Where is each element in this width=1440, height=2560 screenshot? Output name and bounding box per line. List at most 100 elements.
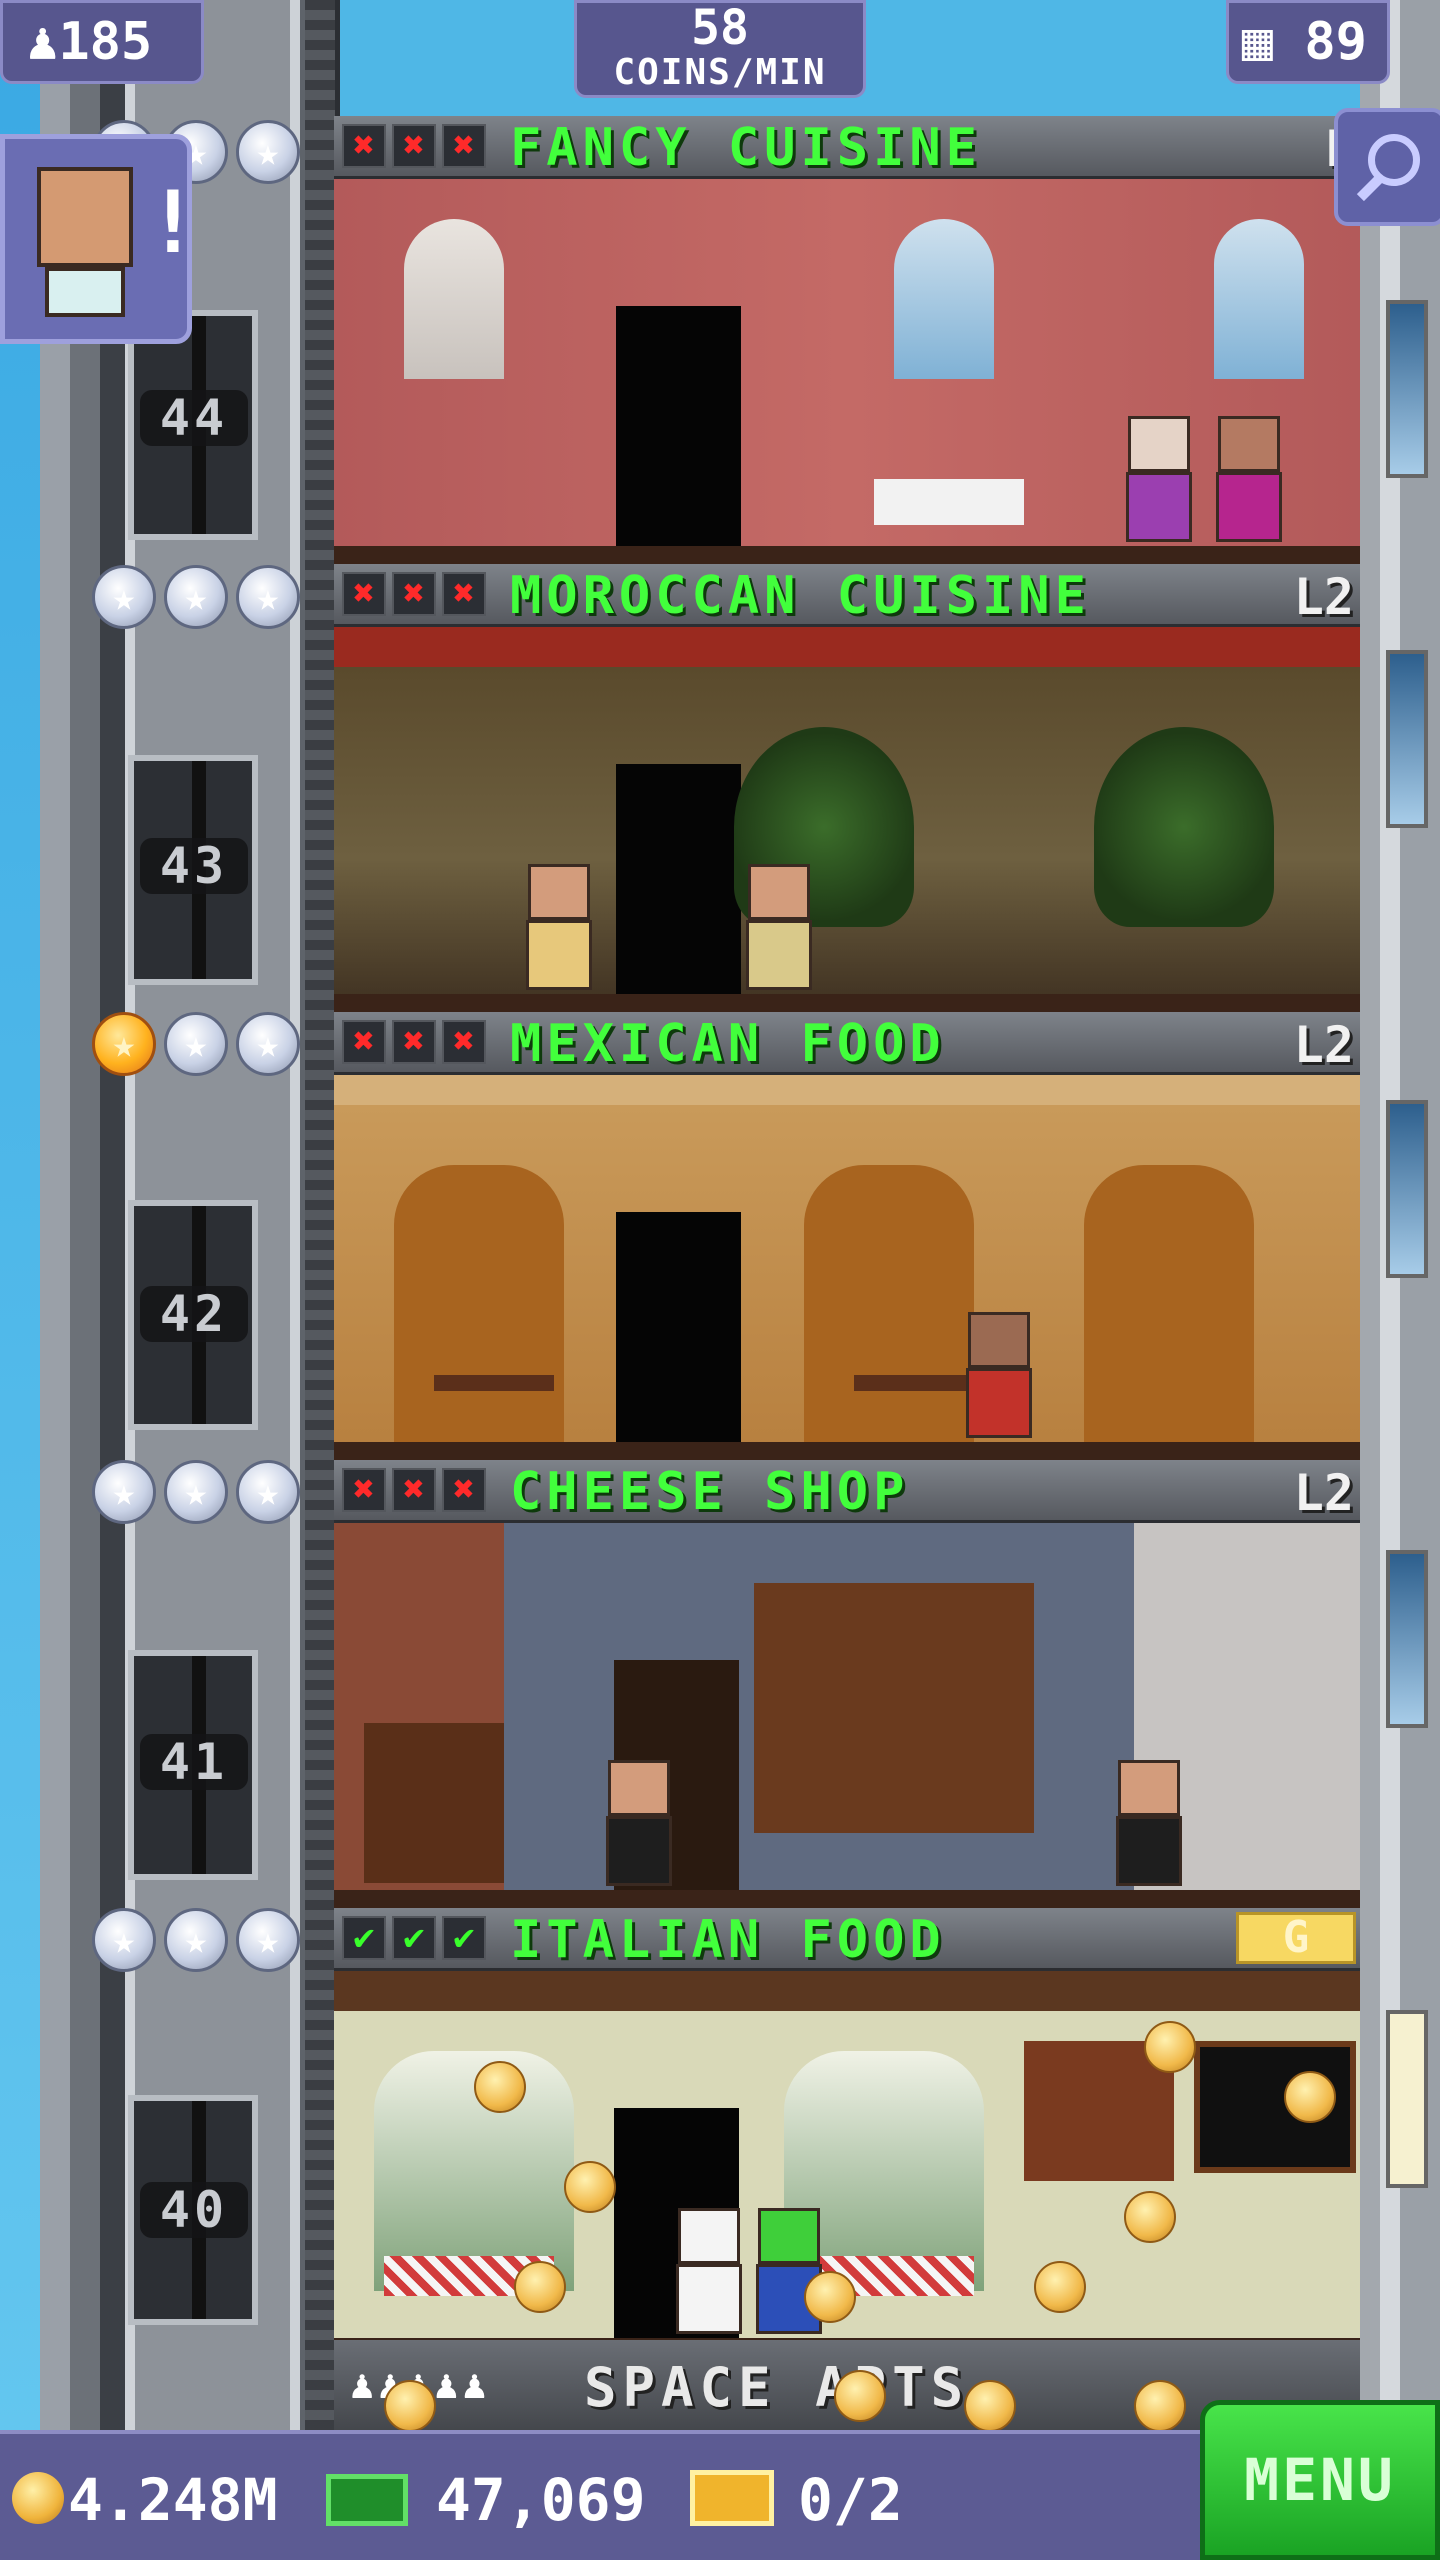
floor-banner: ✖✖✖ FANCY CUISINE L [334, 116, 1360, 179]
close-mark-icon: ✖ [342, 1468, 386, 1512]
alert-icon: ! [147, 173, 199, 273]
coin-icon[interactable] [1034, 2261, 1086, 2313]
floor-fancy-cuisine[interactable]: ✖✖✖ FANCY CUISINE L [334, 116, 1360, 566]
star-icon: ★ [236, 1460, 300, 1524]
window [1386, 650, 1428, 828]
coins-value: 4.248M [68, 2466, 278, 2534]
customer-sprite[interactable] [1124, 416, 1194, 546]
window [404, 219, 504, 379]
star-icon: ★ [164, 1012, 228, 1076]
floor-number-43: 43 [140, 838, 248, 894]
table [854, 1375, 974, 1391]
coin-icon[interactable] [564, 2161, 616, 2213]
coin-icon[interactable] [1134, 2380, 1186, 2432]
stock-marks: ✖ ✖ ✖ [342, 1020, 486, 1064]
menu-button[interactable]: MENU [1200, 2400, 1440, 2560]
population-icon: ♟ [27, 12, 59, 72]
customer-sprite[interactable] [744, 864, 814, 994]
coin-icon[interactable] [514, 2261, 566, 2313]
customer-sprite[interactable] [1214, 416, 1284, 546]
zoom-button[interactable] [1334, 108, 1440, 226]
visitor-notification-button[interactable]: ! [0, 134, 199, 344]
window [1386, 1100, 1428, 1278]
star-icon: ★ [92, 1908, 156, 1972]
coin-icon [12, 2472, 64, 2524]
room-interior[interactable] [334, 1523, 1360, 1910]
worker-sprite[interactable] [754, 2208, 824, 2338]
coin-icon[interactable] [804, 2271, 856, 2323]
star-icon: ★ [164, 1908, 228, 1972]
worker-sprite[interactable] [1114, 1760, 1184, 1890]
room-interior[interactable] [334, 1971, 1360, 2358]
coin-icon[interactable] [474, 2061, 526, 2113]
window [1386, 300, 1428, 478]
customer-sprite[interactable] [964, 1312, 1034, 1442]
arch [804, 1165, 974, 1445]
chef-sprite[interactable] [674, 2208, 744, 2338]
floor-mexican-food[interactable]: ✖ ✖ ✖ MEXICAN FOOD L2 [334, 1012, 1360, 1462]
window [1386, 1550, 1428, 1728]
gold-level-badge[interactable]: G [1236, 1912, 1356, 1964]
floor-cheese-shop[interactable]: ✖ ✖ ✖ CHEESE SHOP L2 [334, 1460, 1360, 1910]
floor-banner: ✖ ✖ ✖ CHEESE SHOP L2 [334, 1460, 1360, 1523]
arch [394, 1165, 564, 1445]
floor-moroccan-cuisine[interactable]: ✖ ✖ ✖ MOROCCAN CUISINE L2 [334, 564, 1360, 1014]
window [894, 219, 994, 379]
close-mark-icon: ✖ [442, 1468, 486, 1512]
check-mark-icon: ✔ [342, 1916, 386, 1960]
floor-banner: ✖ ✖ ✖ MOROCCAN CUISINE L2 [334, 564, 1360, 627]
floor-number-41: 41 [140, 1734, 248, 1790]
population-counter[interactable]: ♟185 [0, 0, 204, 84]
floor-stars: ★★★ [92, 1908, 304, 1978]
shaft-ladder [305, 0, 335, 2430]
close-mark-icon: ✖ [392, 572, 436, 616]
stock-marks: ✔ ✔ ✔ [342, 1916, 486, 1960]
room-door [616, 764, 741, 994]
floor-italian-food[interactable]: ✔ ✔ ✔ ITALIAN FOOD G [334, 1908, 1360, 2358]
close-mark-icon: ✖ [442, 1020, 486, 1064]
coin-icon[interactable] [384, 2380, 436, 2432]
coin-icon[interactable] [1144, 2021, 1196, 2073]
coin-icon[interactable] [834, 2370, 886, 2422]
gold-star-icon: ★ [92, 1012, 156, 1076]
star-icon: ★ [236, 120, 300, 184]
window [1214, 219, 1304, 379]
room-interior[interactable] [334, 627, 1360, 1014]
floor-counter[interactable]: ▦ 89 [1226, 0, 1390, 84]
coin-icon[interactable] [1124, 2191, 1176, 2243]
floor-stars: ★★★ [92, 565, 304, 635]
cheese-shelf [754, 1583, 1034, 1833]
coin-icon[interactable] [1284, 2071, 1336, 2123]
close-mark-icon: ✖ [392, 1468, 436, 1512]
room-interior[interactable] [334, 179, 1360, 566]
floor-base [334, 1442, 1360, 1462]
close-mark-icon: ✖ [442, 124, 486, 168]
floor-base [334, 1890, 1360, 1910]
table [434, 1375, 554, 1391]
floor-name: ITALIAN FOOD [510, 1910, 946, 1970]
floor-name: FANCY CUISINE [510, 118, 982, 178]
worker-sprite[interactable] [604, 1760, 674, 1890]
palm-plant [1094, 727, 1274, 927]
star-icon: ★ [92, 565, 156, 629]
room-door [616, 1212, 741, 1442]
close-mark-icon: ✖ [392, 124, 436, 168]
coin-icon[interactable] [964, 2380, 1016, 2432]
coin-rate-value: 58 [691, 0, 749, 56]
star-icon: ★ [92, 1460, 156, 1524]
stock-marks: ✖ ✖ ✖ [342, 1468, 486, 1512]
floor-level: L2 [1293, 1464, 1354, 1522]
coin-rate-unit: COINS/MIN [613, 52, 827, 93]
floor-name: SPACE APTS. [584, 2356, 1008, 2419]
floor-level: L2 [1293, 568, 1354, 626]
room-interior[interactable] [334, 1075, 1360, 1462]
room-door [616, 306, 741, 546]
customer-sprite[interactable] [524, 864, 594, 994]
cheese-cabinet [364, 1723, 504, 1883]
floor-banner: ✔ ✔ ✔ ITALIAN FOOD G [334, 1908, 1360, 1971]
close-mark-icon: ✖ [342, 1020, 386, 1064]
vip-value: 0/2 [798, 2466, 903, 2534]
floor-base [334, 546, 1360, 566]
floor-number-42: 42 [140, 1286, 248, 1342]
star-icon: ★ [164, 1460, 228, 1524]
